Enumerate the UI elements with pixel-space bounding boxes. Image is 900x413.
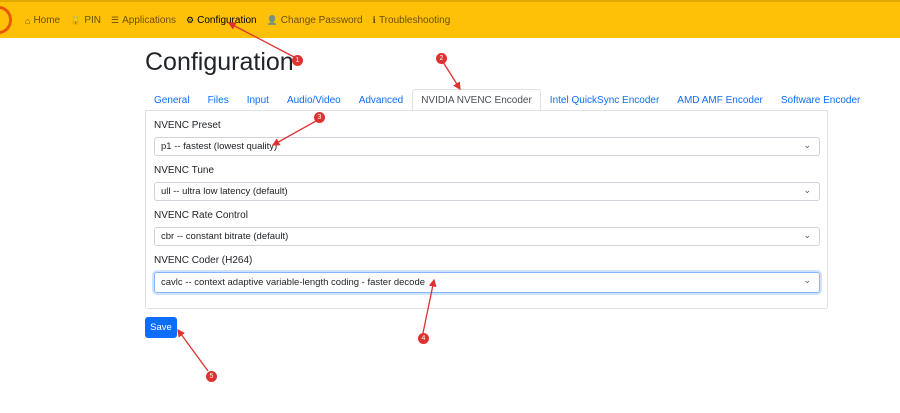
annotation-arrow-4	[422, 278, 437, 334]
annotation-arrow-5	[177, 328, 209, 372]
annotation-arrow-1	[227, 22, 297, 59]
annotation-badge-3: 3	[314, 112, 325, 123]
annotation-badge-4: 4	[418, 333, 429, 344]
annotation-badge-5: 5	[206, 371, 217, 382]
annotation-arrow-2	[442, 61, 461, 91]
annotation-badge-2: 2	[436, 53, 447, 64]
annotation-badge-1: 1	[292, 55, 303, 66]
annotation-arrows	[177, 22, 461, 372]
annotation-arrow-3	[271, 120, 317, 146]
